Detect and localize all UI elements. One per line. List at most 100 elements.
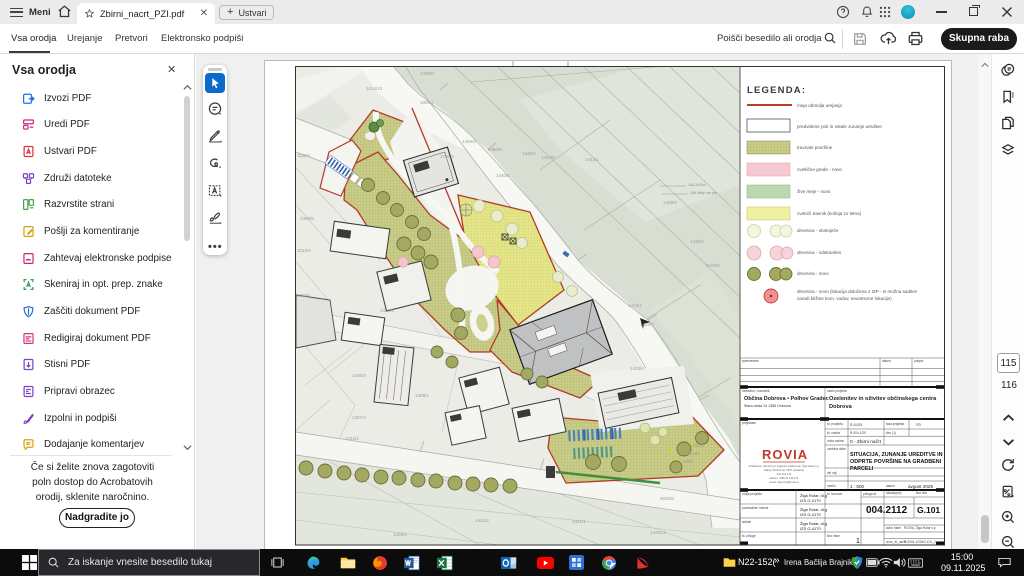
svg-text:3480/5: 3480/5: [488, 147, 502, 152]
svg-text:datum: datum: [886, 484, 895, 488]
svg-text:ODPRTE POVRŠINE NA GRADBENI: ODPRTE POVRŠINE NA GRADBENI: [850, 457, 942, 465]
svg-text:cvetlične grede - novo: cvetlične grede - novo: [797, 167, 842, 172]
svg-text:IZS G-4170: IZS G-4170: [800, 498, 821, 503]
svg-text:zaradi bližine kom. vodov, neu: zaradi bližine kom. vodov, neustrezne lo…: [797, 296, 892, 301]
svg-text:3113/1: 3113/1: [297, 153, 311, 158]
svg-text:drevnina - odstranitev: drevnina - odstranitev: [797, 250, 842, 255]
svg-text:projektant: projektant: [742, 421, 756, 425]
svg-text:1013/4: 1013/4: [297, 248, 311, 253]
svg-text:1436/5: 1436/5: [690, 239, 704, 244]
svg-text:302/4: 302/4: [692, 443, 704, 448]
svg-text:merilo: merilo: [827, 484, 836, 488]
svg-text:del obj.: del obj.: [827, 471, 837, 475]
svg-text:0 - Zbirni načrt: 0 - Zbirni načrt: [850, 439, 882, 445]
svg-text:vrsta načrta: vrsta načrta: [827, 439, 844, 443]
svg-text:1405/4: 1405/4: [393, 532, 407, 537]
svg-text:spremembe: spremembe: [742, 359, 759, 363]
svg-text:1421/1: 1421/1: [572, 519, 586, 524]
svg-text:Ozelenitev in oživitev občinsk: Ozelenitev in oživitev občinskega centra: [829, 396, 937, 402]
svg-text:1490/8: 1490/8: [300, 216, 314, 221]
svg-text:1443/1: 1443/1: [585, 157, 599, 162]
svg-text:vsebina risbe: vsebina risbe: [827, 447, 846, 451]
svg-text:širo (1): širo (1): [886, 431, 896, 435]
svg-text:širo leto: širo leto: [916, 491, 927, 495]
svg-text:predvidene poti in ostale zun: predvidene poti in ostale zunanje uredit…: [797, 124, 882, 129]
svg-text:1407/4: 1407/4: [352, 415, 366, 420]
svg-text:1469/3: 1469/3: [462, 139, 476, 144]
svg-text:podpis: podpis: [914, 359, 924, 363]
svg-text:Dobrova: Dobrova: [829, 404, 853, 410]
svg-text:Stara cesta 13 1356 Dobrova: Stara cesta 13 1356 Dobrova: [744, 404, 791, 408]
svg-text:3026/8: 3026/8: [660, 496, 674, 501]
svg-text:datum: datum: [882, 359, 891, 363]
svg-text:14A 2x/2ux: 14A 2x/2ux: [688, 183, 706, 187]
svg-text:1439/4: 1439/4: [663, 200, 677, 205]
svg-text:1425/12: 1425/12: [650, 530, 667, 535]
svg-text:1009/4: 1009/4: [420, 100, 434, 105]
svg-text:drevnina - novo (lokacija dolo: drevnina - novo (lokacija določena z IZP…: [797, 289, 918, 294]
svg-text:vodja projekta: vodja projekta: [742, 492, 762, 496]
svg-text:št. priloge: št. priloge: [742, 534, 756, 538]
svg-text:1413/4: 1413/4: [628, 303, 642, 308]
svg-text:1405/9: 1405/9: [680, 459, 694, 464]
svg-text:telefon: +386 41 414 141: telefon: +386 41 414 141: [770, 476, 799, 480]
svg-text:1014/10: 1014/10: [366, 86, 383, 91]
svg-text:PZI: PZI: [916, 423, 921, 427]
svg-text:priloga št.: priloga št.: [863, 492, 877, 496]
svg-text:izvor_št_načrt: izvor_št_načrt: [886, 540, 906, 544]
svg-text:1433/4: 1433/4: [630, 366, 644, 371]
svg-text:travnate površine: travnate površine: [797, 145, 833, 150]
svg-text:1405/5: 1405/5: [380, 308, 394, 313]
svg-text:št. načrta: št. načrta: [827, 431, 840, 435]
svg-text:PARCELI: PARCELI: [850, 466, 874, 472]
svg-text:izdelal: izdelal: [742, 520, 751, 524]
svg-text:meja obmolja urejanja: meja obmolja urejanja: [797, 103, 842, 108]
svg-text:Gabrje (Rožnik 4a, 1570 Ljublj: Gabrje (Rožnik 4a, 1570 Ljubljana): [764, 468, 804, 472]
svg-text:drevnina - novo: drevnina - novo: [797, 271, 829, 276]
svg-text:žive meje - novo: žive meje - novo: [797, 189, 831, 194]
svg-text:041 414 141: 041 414 141: [777, 472, 792, 476]
svg-text:1408/1: 1408/1: [415, 393, 429, 398]
svg-text:1440/4: 1440/4: [522, 151, 536, 156]
svg-text:avgust 2025: avgust 2025: [908, 484, 933, 489]
svg-text:lokacija(m): lokacija(m): [886, 491, 901, 495]
svg-text:št. projekta: št. projekta: [827, 422, 843, 426]
svg-text:LEGENDA:: LEGENDA:: [747, 85, 806, 96]
svg-text:1403/5: 1403/5: [686, 451, 700, 456]
svg-text:ROVIA, Žiga Rotar s.p.: ROVIA, Žiga Rotar s.p.: [904, 525, 937, 530]
svg-text:cvetoči travnik (košnja 1x let: cvetoči travnik (košnja 1x letno): [797, 211, 862, 216]
svg-text:1440/5: 1440/5: [496, 173, 510, 178]
svg-text:avtor risbe: avtor risbe: [886, 526, 901, 530]
svg-text:IZS G-4170: IZS G-4170: [800, 512, 821, 517]
svg-text:1399/8: 1399/8: [420, 71, 434, 76]
svg-text:6159/5: 6159/5: [706, 263, 720, 268]
svg-text:ROVIA: ROVIA: [762, 447, 808, 462]
svg-text:faza projekta: faza projekta: [886, 422, 904, 426]
svg-text:G.101: G.101: [917, 505, 940, 515]
svg-text:1: 1: [856, 538, 860, 545]
svg-text:IZS G-4170: IZS G-4170: [800, 526, 821, 531]
svg-text:1412/1: 1412/1: [345, 436, 359, 441]
svg-text:004.2112: 004.2112: [866, 505, 908, 516]
svg-text:14A Meje ure jne: 14A Meje ure jne: [690, 191, 717, 195]
svg-text:R-00425: R-00425: [850, 423, 862, 427]
svg-text:drevnina - obstoječe: drevnina - obstoječe: [797, 228, 839, 233]
svg-text:Občina Dobrova • Polhov Gradec: Občina Dobrova • Polhov Gradec: [744, 396, 829, 402]
svg-text:1443/8: 1443/8: [541, 155, 555, 160]
svg-text:pooblaščen inženir: pooblaščen inženir: [742, 506, 770, 510]
svg-text:1422/4: 1422/4: [475, 518, 489, 523]
svg-text:št. izvodov: št. izvodov: [827, 492, 842, 496]
svg-text:1423/7: 1423/7: [640, 322, 654, 327]
svg-text:investitor / naročnik: investitor / naročnik: [742, 389, 770, 393]
svg-text:naziv projekta: naziv projekta: [827, 389, 847, 393]
svg-text:R-004-1/25: R-004-1/25: [850, 431, 866, 435]
svg-text:SITUACIJA, ZUNANJE UREDITVE IN: SITUACIJA, ZUNANJE UREDITVE IN: [850, 452, 943, 458]
svg-text:1 : 500: 1 : 500: [850, 484, 864, 489]
svg-text:R-0004-1/25xG-101_2: R-0004-1/25xG-101_2: [904, 540, 936, 544]
svg-text:širo risbe: širo risbe: [827, 534, 840, 538]
svg-text:email: ziga.rotar@rovia.si: email: ziga.rotar@rovia.si: [769, 480, 799, 484]
svg-text:1406/3: 1406/3: [352, 373, 366, 378]
svg-text:arhitektura, inženiring in kra: arhitektura, inženiring in krajinsko obl…: [749, 463, 820, 468]
svg-text:1785/8: 1785/8: [440, 154, 454, 159]
svg-text:9674/6: 9674/6: [296, 293, 310, 298]
